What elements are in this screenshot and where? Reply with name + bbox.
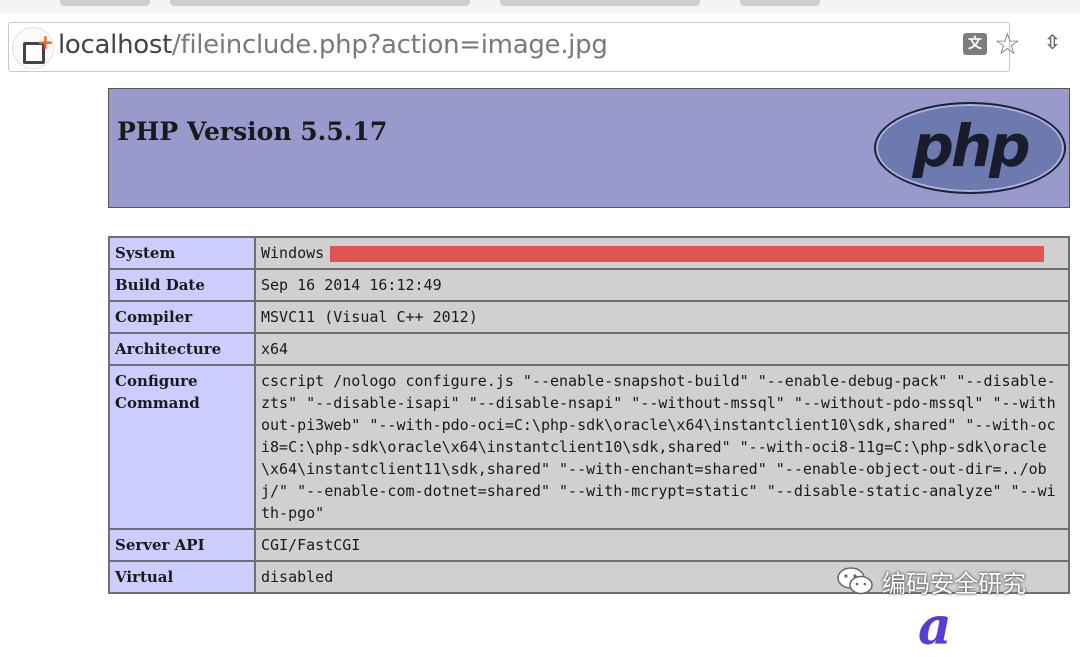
url-host: localhost bbox=[58, 30, 173, 60]
table-row: System Windows bbox=[108, 236, 1070, 270]
row-key: Build Date bbox=[108, 268, 256, 302]
row-value: CGI/FastCGI bbox=[254, 528, 1070, 562]
row-key: Compiler bbox=[108, 300, 256, 334]
wechat-icon bbox=[837, 567, 873, 595]
row-value: x64 bbox=[254, 332, 1070, 366]
table-row: Configure Command cscript /nologo config… bbox=[108, 364, 1070, 530]
redaction-bar bbox=[330, 245, 1045, 262]
system-value: Windows bbox=[261, 244, 325, 262]
row-key: Configure Command bbox=[108, 364, 256, 530]
extension-icon[interactable]: ⇳ bbox=[1044, 30, 1061, 54]
php-logo-text: php bbox=[912, 112, 1030, 180]
row-key: Virtual bbox=[108, 560, 256, 594]
purple-decoration: a bbox=[918, 596, 952, 657]
top-blurred-strip bbox=[0, 0, 1080, 14]
translate-icon[interactable]: 文 bbox=[963, 33, 987, 55]
star-icon[interactable]: ☆ bbox=[994, 27, 1021, 62]
table-row: Architecture x64 bbox=[108, 332, 1070, 366]
table-row: Server API CGI/FastCGI bbox=[108, 528, 1070, 562]
watermark-text: 编码安全研究 bbox=[882, 570, 1026, 598]
url-text[interactable]: localhost/fileinclude.php?action=image.j… bbox=[58, 30, 608, 60]
php-logo: php bbox=[874, 102, 1066, 194]
row-value: Windows bbox=[254, 236, 1070, 270]
row-key: Architecture bbox=[108, 332, 256, 366]
row-value: Sep 16 2014 16:12:49 bbox=[254, 268, 1070, 302]
page-title: PHP Version 5.5.17 bbox=[117, 117, 388, 146]
row-key: Server API bbox=[108, 528, 256, 562]
row-value: cscript /nologo configure.js "--enable-s… bbox=[254, 364, 1070, 530]
url-path: /fileinclude.php?action=image.jpg bbox=[172, 30, 608, 60]
phpinfo-header: PHP Version 5.5.17 php bbox=[108, 88, 1070, 208]
table-row: Compiler MSVC11 (Visual C++ 2012) bbox=[108, 300, 1070, 334]
row-key: System bbox=[108, 236, 256, 270]
row-value: MSVC11 (Visual C++ 2012) bbox=[254, 300, 1070, 334]
page-icon[interactable]: + bbox=[12, 27, 54, 69]
phpinfo-table: System Windows Build Date Sep 16 2014 16… bbox=[108, 236, 1070, 594]
table-row: Build Date Sep 16 2014 16:12:49 bbox=[108, 268, 1070, 302]
